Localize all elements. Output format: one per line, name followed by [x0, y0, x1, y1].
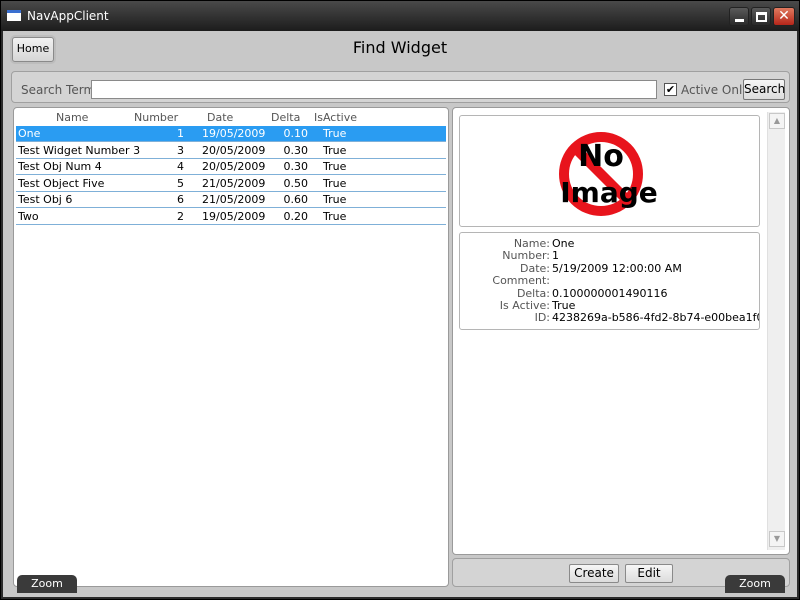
close-button[interactable]: ✕ — [773, 7, 795, 26]
zoom-left-button[interactable]: Zoom — [17, 575, 77, 593]
scroll-down-button[interactable]: ▼ — [769, 531, 785, 547]
detail-field-value: 1 — [552, 249, 559, 263]
cell-delta: 0.60 — [283, 193, 309, 206]
cell-name: Test Obj 6 — [18, 193, 73, 206]
cell-number: 4 — [177, 160, 184, 173]
close-icon: ✕ — [778, 8, 790, 24]
detail-field: Comment: — [460, 274, 759, 288]
cell-name: Test Obj Num 4 — [18, 160, 102, 173]
cell-date: 19/05/2009 — [202, 127, 266, 140]
cell-delta: 0.50 — [283, 176, 309, 190]
detail-field-value: 4238269a-b586-4fd2-8b74-e00bea1f09c5 — [552, 311, 759, 325]
zoom-right-button[interactable]: Zoom — [725, 575, 785, 593]
detail-field-value: True — [552, 299, 576, 312]
column-header-delta[interactable]: Delta — [271, 111, 300, 124]
client-area: Home Find Widget Search Term: ✔ Active O… — [3, 31, 797, 597]
column-header-name[interactable]: Name — [56, 111, 88, 124]
cell-date: 21/05/2009 — [202, 193, 266, 206]
detail-field-label: Is Active: — [499, 299, 550, 312]
window-title: NavAppClient — [27, 9, 109, 23]
detail-field: ID:4238269a-b586-4fd2-8b74-e00bea1f09c5 — [460, 311, 759, 325]
vertical-scrollbar[interactable]: ▲ ▼ — [767, 112, 785, 550]
scroll-up-button[interactable]: ▲ — [769, 113, 785, 129]
cell-name: Two — [18, 209, 39, 223]
column-header-isactive[interactable]: IsActive — [314, 111, 357, 124]
app-window: NavAppClient ✕ Home Find Widget Search T… — [0, 0, 800, 600]
detail-field: Delta: 0.100000001490116 — [460, 286, 759, 300]
cell-date: 21/05/2009 — [202, 176, 266, 190]
cell-isactive: True — [323, 143, 347, 157]
column-header-number[interactable]: Number — [134, 111, 178, 124]
cell-number: 3 — [177, 143, 184, 157]
table-row[interactable]: One 1 19/05/2009 0.10 True — [16, 126, 446, 142]
edit-button[interactable]: Edit — [625, 564, 673, 583]
search-term-label: Search Term: — [21, 83, 100, 97]
cell-isactive: True — [323, 127, 347, 140]
widget-list: Name Number Date Delta IsActive One 1 19/0… — [13, 107, 449, 587]
title-bar[interactable]: NavAppClient ✕ — [1, 1, 799, 31]
cell-isactive: True — [323, 193, 347, 206]
maximize-button[interactable] — [751, 7, 771, 26]
cell-delta: 0.30 — [283, 160, 309, 173]
page-title: Find Widget — [352, 38, 448, 57]
detail-field: Name: One — [460, 237, 759, 250]
cell-delta: 0.10 — [283, 127, 309, 140]
detail-field-label: Date: — [520, 261, 550, 275]
detail-panel: No Image Name: One Number: 1 Date: 5/19/2009 … — [452, 107, 790, 555]
no-image-text-line1: No — [578, 139, 624, 174]
table-row[interactable]: Test Object Five 5 21/05/2009 0.50 True — [16, 176, 446, 192]
minimize-icon — [735, 19, 744, 22]
no-image-icon: No Image — [559, 132, 658, 216]
table-row[interactable]: Two 2 19/05/2009 0.20 True — [16, 209, 446, 225]
detail-field-label: Comment: — [492, 274, 550, 288]
cell-number: 6 — [177, 193, 184, 206]
detail-field-label: Name: — [513, 237, 550, 250]
cell-number: 5 — [177, 176, 184, 190]
create-button[interactable]: Create — [569, 564, 619, 583]
search-input[interactable] — [91, 80, 657, 99]
cell-date: 20/05/2009 — [202, 160, 266, 173]
cell-number: 2 — [177, 209, 184, 223]
cell-isactive: True — [323, 209, 347, 223]
detail-field-label: Delta: — [516, 286, 550, 300]
window-icon — [7, 10, 21, 21]
cell-name: Test Object Five — [18, 176, 105, 190]
detail-field-value: 0.100000001490116 — [552, 286, 668, 300]
maximize-icon — [756, 12, 767, 22]
table-row[interactable]: Test Obj 6 6 21/05/2009 0.60 True — [16, 192, 446, 208]
detail-field: Is Active: True — [460, 299, 759, 312]
cell-name: One — [18, 127, 41, 140]
image-box: No Image — [459, 115, 760, 227]
table-row[interactable]: Test Obj Num 4 4 20/05/2009 0.30 True — [16, 159, 446, 175]
cell-delta: 0.30 — [283, 143, 309, 157]
cell-name: Test Widget Number 3 — [18, 143, 141, 157]
cell-isactive: True — [323, 160, 347, 173]
search-panel: Search Term: ✔ Active Only Search — [11, 71, 790, 103]
detail-field: Date: 5/19/2009 12:00:00 AM — [460, 261, 759, 275]
active-only-checkbox[interactable]: ✔ — [664, 83, 677, 96]
detail-field: Number: 1 — [460, 249, 759, 263]
column-header-date[interactable]: Date — [207, 111, 233, 124]
cell-delta: 0.20 — [283, 209, 309, 223]
active-only-label: Active Only — [681, 83, 750, 97]
detail-field-value: 5/19/2009 12:00:00 AM — [552, 261, 682, 275]
minimize-button[interactable] — [729, 7, 749, 26]
cell-date: 19/05/2009 — [202, 209, 266, 223]
detail-field-label: Number: — [502, 249, 550, 263]
cell-number: 1 — [177, 127, 184, 140]
table-row[interactable]: Test Widget Number 3 3 20/05/2009 0.30 True — [16, 143, 446, 159]
search-button[interactable]: Search — [743, 79, 785, 100]
cell-isactive: True — [323, 176, 347, 190]
detail-field-value: One — [552, 237, 575, 250]
cell-date: 20/05/2009 — [202, 143, 266, 157]
no-image-text-line2: Image — [560, 176, 658, 209]
detail-info: Name: One Number: 1 Date: 5/19/2009 12:00:00 … — [459, 232, 760, 330]
detail-field-label: ID: — [534, 311, 550, 325]
list-header: Name Number Date Delta IsActive — [14, 111, 448, 125]
